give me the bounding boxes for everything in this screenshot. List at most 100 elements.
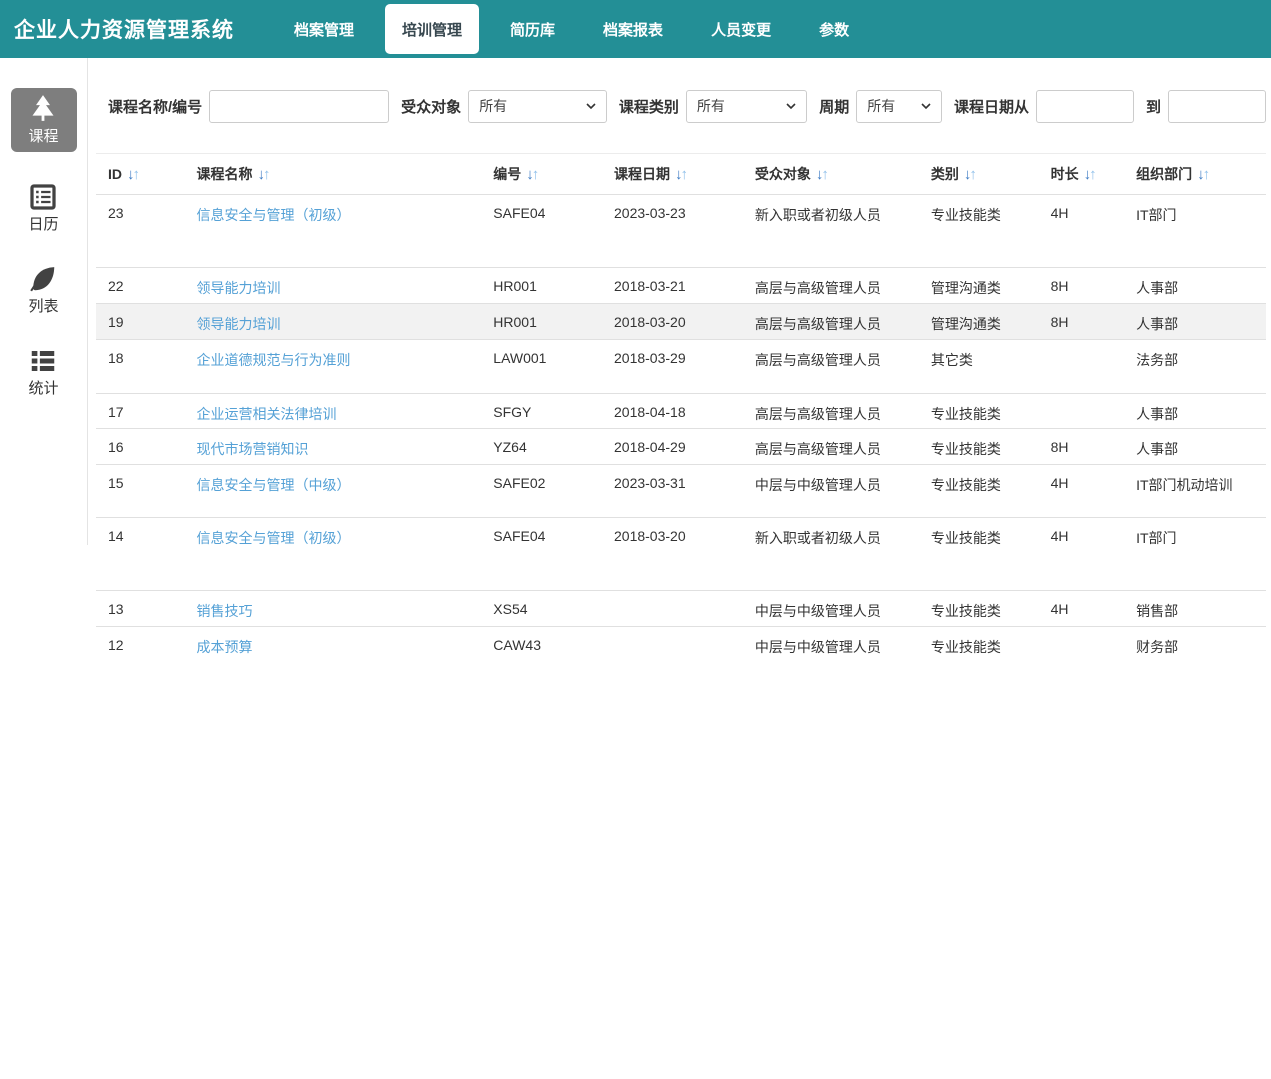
nav-tabs: 档案管理 培训管理 简历库 档案报表 人员变更 参数 [270, 0, 873, 58]
cell-department: IT部门 [1136, 207, 1177, 223]
column-header-duration[interactable]: 时长 ↓↑ [1038, 153, 1125, 195]
cell-audience: 中层与中级管理人员 [742, 590, 919, 627]
cell-code: SAFE04 [493, 205, 546, 221]
course-link[interactable]: 成本预算 [197, 639, 253, 655]
cell-duration: 4H [1050, 205, 1069, 221]
cell-category: 专业技能类 [918, 590, 1039, 627]
cell-date: 2018-04-29 [602, 428, 743, 465]
cell-id: 14 [96, 517, 185, 591]
date-from-input[interactable] [1036, 89, 1134, 123]
table-row: 22 领导能力培训 HR001 2018-03-21 高层与高级管理人员 管理沟通类 8H 人… [96, 267, 1266, 304]
cell-department: 人事部 [1124, 393, 1266, 429]
course-link[interactable]: 信息安全与管理（初级） [197, 207, 351, 223]
cell-code: HR001 [481, 267, 602, 304]
date-from-label: 课程日期从 [953, 98, 1029, 116]
table-row: 15 信息安全与管理（中级） SAFE02 2023-03-31 中层与中级管理人员 专业… [96, 464, 1266, 518]
audience-select[interactable]: 所有 [468, 89, 607, 123]
course-link[interactable]: 现代市场营销知识 [197, 441, 309, 457]
nav-tab-parameters[interactable]: 参数 [802, 4, 866, 54]
cell-duration: 8H [1038, 303, 1125, 340]
course-name-input[interactable] [209, 89, 390, 123]
course-link[interactable]: 企业运营相关法律培训 [197, 406, 337, 422]
sidebar-item-courses[interactable]: 课程 [10, 88, 77, 152]
date-to-input[interactable] [1168, 89, 1267, 123]
cell-date [602, 590, 743, 627]
sidebar-item-list[interactable]: 列表 [28, 264, 59, 316]
cell-duration: 4H [1038, 464, 1125, 518]
cell-name: 销售技巧 [184, 590, 482, 627]
filter-bar: 课程名称/编号 受众对象 所有 课程类别 所有 周期 所有 课程日期从 到 [96, 89, 1267, 123]
sort-icon: ↓↑ [257, 166, 271, 183]
chevron-down-icon [785, 100, 797, 112]
cell-code: SAFE02 [481, 464, 602, 518]
course-link[interactable]: 销售技巧 [197, 603, 253, 619]
sidebar-item-calendar[interactable]: 日历 [28, 182, 59, 234]
cell-duration: 8H [1038, 428, 1125, 465]
cell-category: 专业技能类 [918, 393, 1039, 429]
column-header-code[interactable]: 编号 ↓↑ [481, 153, 602, 195]
audience-select-value: 所有 [479, 98, 508, 114]
cell-date [602, 626, 743, 663]
column-header-name[interactable]: 课程名称 ↓↑ [184, 153, 482, 195]
sidebar-item-label: 课程 [28, 128, 59, 145]
cell-id: 16 [96, 428, 185, 465]
cell-category: 专业技能类 [918, 517, 1039, 591]
cell-name: 领导能力培训 [184, 303, 482, 340]
category-select[interactable]: 所有 [685, 89, 808, 123]
cell-id: 13 [96, 590, 185, 627]
sort-icon: ↓↑ [815, 166, 829, 183]
cell-category: 管理沟通类 [918, 267, 1039, 304]
column-header-audience[interactable]: 受众对象 ↓↑ [742, 153, 919, 195]
sidebar-item-stats[interactable]: 统计 [28, 346, 59, 398]
sort-icon: ↓↑ [675, 166, 688, 183]
app-title: 企业人力资源管理系统 [14, 19, 234, 42]
nav-tab-reports[interactable]: 档案报表 [586, 4, 680, 54]
cell-code: YZ64 [481, 428, 602, 465]
sidebar-item-label: 列表 [28, 298, 59, 315]
column-header-label: 组织部门 [1136, 166, 1193, 182]
course-link[interactable]: 领导能力培训 [197, 316, 281, 332]
nav-tab-personnel-changes[interactable]: 人员变更 [694, 4, 788, 54]
table-row: 18 企业道德规范与行为准则 LAW001 2018-03-29 高层与高级管理人员 其它… [96, 339, 1266, 394]
course-link[interactable]: 信息安全与管理（初级） [197, 530, 351, 546]
nav-tab-resumes[interactable]: 简历库 [493, 4, 572, 54]
column-header-label: 课程日期 [614, 166, 670, 182]
period-select-value: 所有 [867, 98, 896, 114]
cell-name: 信息安全与管理（初级） [185, 195, 482, 268]
nav-tab-archives[interactable]: 档案管理 [277, 4, 371, 54]
cell-duration: 4H [1038, 517, 1125, 591]
cell-department: 法务部 [1124, 339, 1266, 394]
course-link[interactable]: 企业道德规范与行为准则 [197, 352, 351, 368]
cell-id: 22 [96, 267, 185, 304]
period-select[interactable]: 所有 [856, 89, 942, 123]
chevron-down-icon [920, 100, 932, 112]
column-header-department[interactable]: 组织部门 ↓↑ [1124, 153, 1266, 195]
column-header-category[interactable]: 类别 ↓↑ [918, 153, 1039, 195]
category-select-value: 所有 [696, 98, 725, 114]
cell-id: 19 [96, 303, 185, 340]
cell-department: 销售部 [1124, 590, 1266, 627]
cell-department: IT部门机动培训 [1124, 464, 1266, 518]
cell-id: 17 [96, 393, 185, 429]
course-link[interactable]: 领导能力培训 [197, 280, 281, 296]
course-link[interactable]: 信息安全与管理（中级） [197, 477, 351, 493]
column-header-label: 受众对象 [754, 166, 811, 182]
column-header-id[interactable]: ID ↓↑ [96, 153, 185, 195]
cell-id: 23 [108, 205, 124, 221]
cell-category: 其它类 [918, 339, 1039, 394]
column-header-date[interactable]: 课程日期 ↓↑ [602, 153, 743, 195]
nav-tab-training[interactable]: 培训管理 [385, 4, 480, 54]
column-header-label: 时长 [1050, 166, 1079, 182]
cell-department: 人事部 [1124, 267, 1266, 304]
cell-duration [1038, 339, 1125, 394]
table-row: 17 企业运营相关法律培训 SFGY 2018-04-18 高层与高级管理人员 专业技能类… [96, 393, 1266, 429]
cell-code: CAW43 [481, 626, 602, 663]
cell-duration: 4H [1038, 590, 1125, 627]
cell-code: SFGY [481, 393, 602, 429]
category-label: 课程类别 [618, 98, 679, 116]
column-header-label: 编号 [493, 166, 522, 182]
sort-icon: ↓↑ [963, 166, 977, 183]
sidebar: 课程 日历 列表 统计 [0, 58, 88, 545]
main-content: 课程名称/编号 受众对象 所有 课程类别 所有 周期 所有 课程日期从 到 ID… [89, 89, 1271, 663]
cell-date: 2018-03-20 [602, 517, 743, 591]
